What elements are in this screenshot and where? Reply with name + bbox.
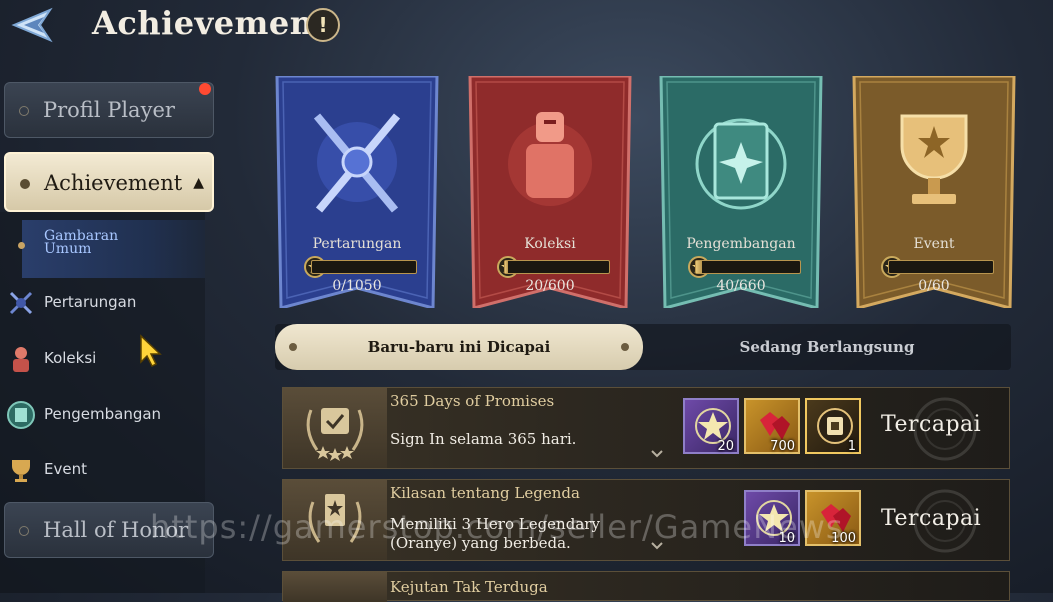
bullet-icon <box>621 343 629 351</box>
trophy-icon <box>12 460 30 482</box>
progress-count: 0/60 <box>918 278 950 294</box>
sidebar-item-label: Achievement <box>44 171 183 195</box>
bullet-icon <box>18 242 25 249</box>
sub-item-label: Gambaran Umum <box>44 228 119 257</box>
reward-quantity: 700 <box>770 439 795 454</box>
achievement-status: Tercapai <box>881 506 982 531</box>
achievement-title: Kejutan Tak Terduga <box>390 578 548 596</box>
category-card-event[interactable]: Event 0/60 <box>850 76 1018 308</box>
page-title: Achievement <box>92 4 329 42</box>
reward-ticket[interactable]: 1 <box>805 398 861 454</box>
sub-item-label: Koleksi <box>44 349 97 367</box>
bullet-icon <box>19 526 29 536</box>
progress-count: 0/1050 <box>332 278 382 294</box>
reward-quantity: 1 <box>847 439 856 454</box>
back-button[interactable] <box>10 6 64 44</box>
caret-up-icon: ▲ <box>193 175 204 191</box>
progress-count: 20/600 <box>525 278 575 294</box>
progress-fill <box>696 261 703 273</box>
sub-item-gambaran-umum[interactable]: Gambaran Umum <box>18 220 205 278</box>
bullet-icon <box>20 179 30 189</box>
sidebar-item-achievement[interactable]: Achievement ▲ <box>4 152 214 212</box>
sidebar-item-profil-player[interactable]: Profil Player <box>4 82 214 138</box>
achievement-row[interactable]: Kejutan Tak Terduga <box>282 571 1010 602</box>
reward-ruby[interactable]: 700 <box>744 398 800 454</box>
knight-icon <box>13 347 29 372</box>
progress-bar <box>888 260 994 274</box>
reward-quantity: 20 <box>717 439 734 454</box>
watermark-text: https://gamerstop.com/seller/GameNews <box>150 508 844 546</box>
crossed-swords-icon <box>9 291 33 315</box>
sub-item-label: Event <box>44 460 87 478</box>
category-name: Event <box>913 236 955 252</box>
progress-bar <box>504 260 610 274</box>
achievement-description: Sign In selama 365 hari. <box>390 430 577 448</box>
achievement-row[interactable]: 365 Days of Promises Sign In selama 365 … <box>282 387 1010 469</box>
sidebar-item-label: Profil Player <box>43 98 175 122</box>
category-card-koleksi[interactable]: Koleksi 20/600 <box>466 76 634 308</box>
mouse-cursor-icon <box>140 334 162 368</box>
category-name: Pertarungan <box>312 236 402 252</box>
achievement-title: Kilasan tentang Legenda <box>390 484 580 502</box>
category-name: Pengembangan <box>686 236 796 252</box>
category-card-pengembangan[interactable]: Pengembangan 40/660 <box>657 76 825 308</box>
category-card-pertarungan[interactable]: Pertarungan 0/1050 <box>273 76 441 308</box>
tab-recently-achieved[interactable]: Baru-baru ini Dicapai <box>275 324 643 370</box>
achievement-badge <box>283 388 387 468</box>
calendar-laurel-icon <box>306 408 364 461</box>
tab-label: Sedang Berlangsung <box>739 338 915 356</box>
progress-bar <box>311 260 417 274</box>
tab-ongoing[interactable]: Sedang Berlangsung <box>643 324 1011 370</box>
sub-item-label: Pengembangan <box>44 405 162 423</box>
category-name: Koleksi <box>524 236 576 252</box>
reward-star-medal[interactable]: 20 <box>683 398 739 454</box>
achievement-status: Tercapai <box>881 412 982 437</box>
chevron-down-icon[interactable] <box>651 450 663 458</box>
bullet-icon <box>289 343 297 351</box>
tab-label: Baru-baru ini Dicapai <box>367 338 551 356</box>
crossed-swords-icon <box>313 113 401 213</box>
notification-badge <box>199 83 211 95</box>
progress-count: 40/660 <box>716 278 766 294</box>
bullet-icon <box>19 106 29 116</box>
achievement-title: 365 Days of Promises <box>390 392 555 410</box>
back-arrow-icon <box>11 7 53 43</box>
progress-bar <box>695 260 801 274</box>
achievement-badge <box>283 572 387 602</box>
book-icon <box>7 401 35 429</box>
progress-fill <box>505 261 509 273</box>
sub-item-label: Pertarungan <box>44 293 137 311</box>
tab-bar: Baru-baru ini Dicapai Sedang Berlangsung <box>275 324 1011 370</box>
info-icon[interactable]: ! <box>306 8 340 42</box>
